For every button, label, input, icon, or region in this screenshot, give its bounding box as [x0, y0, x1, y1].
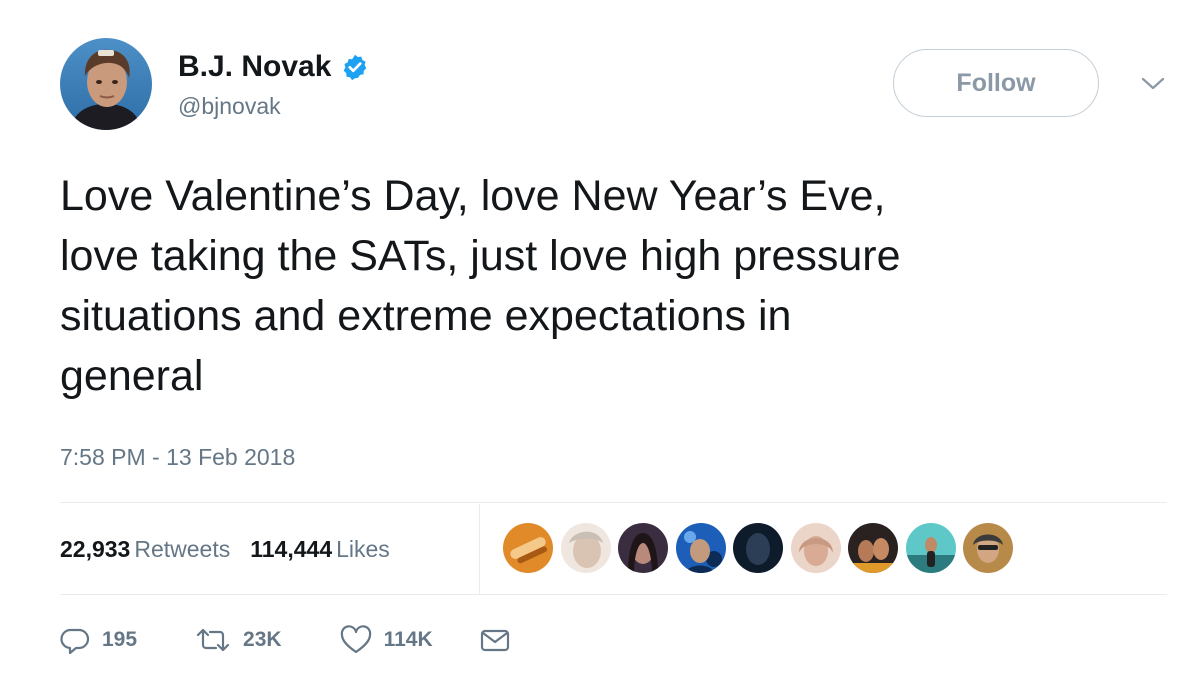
- liker-avatar[interactable]: [790, 523, 841, 573]
- likes-label: Likes: [336, 535, 390, 562]
- direct-message-action[interactable]: [479, 625, 511, 655]
- tweet-header: B.J. Novak @bjnovak: [60, 38, 369, 130]
- stats-separator: [479, 504, 480, 594]
- profile-avatar[interactable]: [60, 38, 152, 130]
- tweet-actions: 195 23K 114K: [60, 620, 511, 660]
- user-handle[interactable]: @bjnovak: [178, 93, 369, 120]
- divider-bottom: [60, 594, 1167, 595]
- liker-avatar-icon: [790, 523, 841, 573]
- chevron-down-icon[interactable]: [1140, 76, 1166, 92]
- retweets-stat[interactable]: 22,933 Retweets: [60, 536, 230, 563]
- tweet-text: Love Valentine’s Day, love New Year’s Ev…: [60, 172, 901, 400]
- liker-avatar[interactable]: [848, 523, 898, 573]
- liker-avatar-icon: [848, 523, 898, 573]
- liker-avatar[interactable]: [963, 523, 1013, 573]
- liker-avatar-icon: [560, 523, 611, 573]
- like-action[interactable]: 114K: [340, 625, 433, 655]
- reply-icon: [60, 628, 90, 655]
- liker-avatars: [503, 523, 1021, 573]
- verified-badge-icon: [344, 54, 367, 80]
- direct-message-icon: [480, 629, 509, 652]
- likes-stat[interactable]: 114,444 Likes: [250, 536, 390, 563]
- liker-avatar-icon: [503, 523, 553, 573]
- avatar-photo-icon: [60, 38, 152, 130]
- liker-avatar-icon: [675, 523, 726, 573]
- follow-button[interactable]: Follow: [893, 49, 1099, 117]
- reply-action[interactable]: 195: [60, 625, 137, 655]
- liker-avatar[interactable]: [675, 523, 726, 573]
- reply-count: 195: [102, 628, 138, 651]
- heart-icon: [340, 625, 371, 654]
- divider-top: [60, 502, 1167, 503]
- liker-avatar[interactable]: [503, 523, 553, 573]
- liker-avatar[interactable]: [905, 523, 956, 573]
- liker-avatar[interactable]: [733, 523, 783, 573]
- retweets-count: 22,933: [60, 535, 131, 562]
- liker-avatar[interactable]: [618, 523, 668, 573]
- tweet-stats: 22,933 Retweets 114,444 Likes: [60, 504, 390, 594]
- retweet-icon: [196, 628, 230, 652]
- name-row: B.J. Novak: [178, 49, 369, 85]
- retweet-count: 23K: [243, 628, 282, 651]
- display-name[interactable]: B.J. Novak: [178, 50, 331, 84]
- like-count: 114K: [383, 628, 433, 651]
- user-names: B.J. Novak @bjnovak: [178, 49, 369, 120]
- retweets-label: Retweets: [134, 535, 231, 562]
- retweet-action[interactable]: 23K: [195, 625, 282, 655]
- liker-avatar-icon: [905, 523, 956, 573]
- liker-avatar-icon: [618, 523, 668, 573]
- likes-count: 114,444: [250, 535, 333, 562]
- liker-avatar[interactable]: [560, 523, 611, 573]
- liker-avatar-icon: [733, 523, 783, 573]
- liker-avatar-icon: [963, 523, 1013, 573]
- tweet-timestamp[interactable]: 7:58 PM - 13 Feb 2018: [60, 444, 295, 471]
